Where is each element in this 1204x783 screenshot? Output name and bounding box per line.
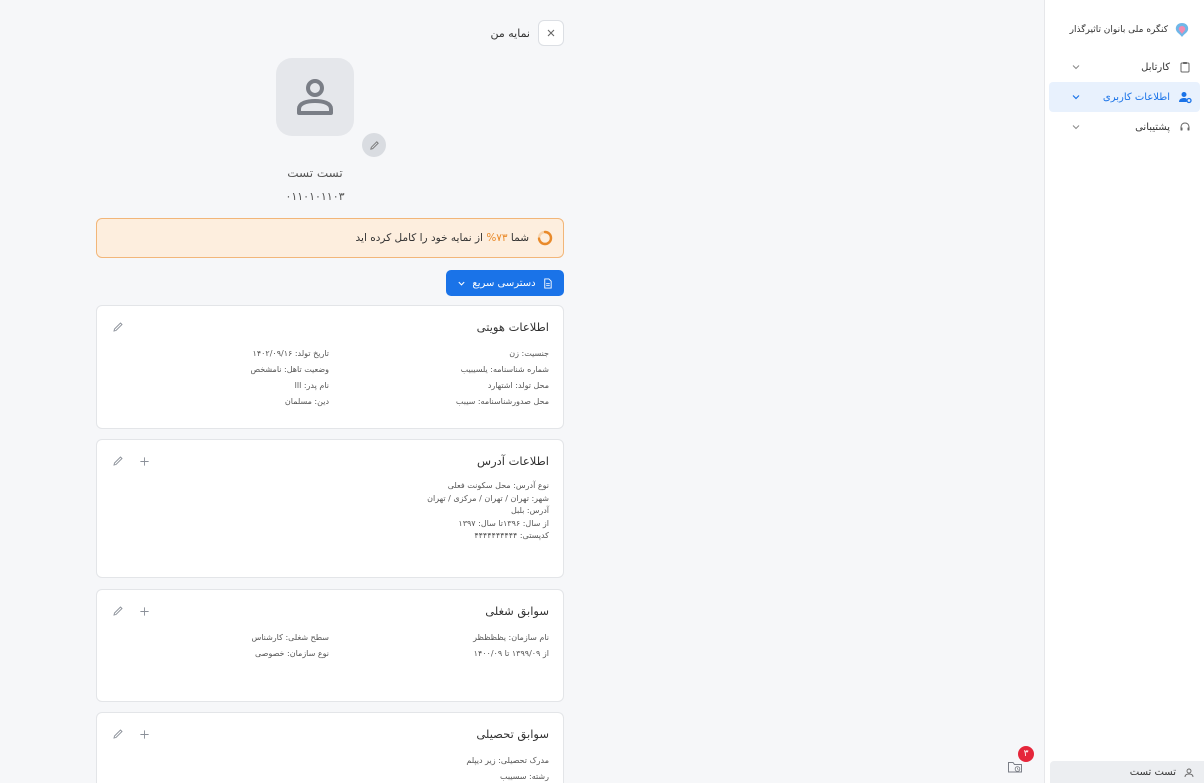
chevron-down-icon [1071, 62, 1081, 72]
field: نام پدر: ااا [294, 381, 329, 390]
identity-card: اطلاعات هویتی جنسیت: زن شماره شناسنامه: … [96, 305, 564, 429]
card-actions [111, 320, 125, 334]
user-settings-icon [1178, 90, 1192, 104]
education-fields: مدرک تحصیلی: زیر دیپلم رشته: سسیبب [317, 753, 549, 783]
sidebar-item-label: پشتیبانی [1135, 121, 1170, 133]
field: محل تولد: اشتهارد [487, 381, 549, 390]
clipboard-icon [1178, 60, 1192, 74]
plus-icon [139, 606, 149, 616]
page-title: نمایه من [490, 26, 531, 40]
field: شماره شناسنامه: یلسیبیب [460, 365, 549, 374]
completion-percent: ۷۳% [486, 232, 508, 244]
field: از ۱۳۹۹/۰۹ تا ۱۴۰۰/۰۹ [473, 649, 549, 658]
field: نوع سازمان: خصوصی [255, 649, 329, 658]
card-title: اطلاعات هویتی [476, 320, 549, 334]
field: محل صدورشناسنامه: سیبب [455, 397, 549, 406]
progress-ring-icon [537, 230, 553, 246]
edit-jobs-button[interactable] [111, 604, 125, 618]
pencil-icon [113, 729, 123, 739]
sidebar-item-label: اطلاعات کاربری [1102, 91, 1170, 103]
user-icon [1184, 763, 1194, 782]
field: سطح شغلی: کارشناس [251, 633, 329, 642]
jobs-card: سوابق شغلی نام سازمان: یظظظظر از ۱۳۹۹/۰۹… [96, 589, 564, 702]
brand-logo-icon [1175, 23, 1189, 37]
app-root: کنگره ملی بانوان تاثیرگذار کارتابل اطلاع… [0, 0, 1204, 783]
address-card: اطلاعات آدرس نوع آدرس: محل سکونت فعلی شه… [96, 439, 564, 578]
field: تاریخ تولد: ۱۴۰۲/۰۹/۱۶ [252, 349, 329, 358]
field: وضعیت تاهل: نامشخص [250, 365, 329, 374]
chevron-down-icon [1071, 122, 1081, 132]
person-icon [297, 79, 333, 115]
profile-id: ۰۱۱۰۱۰۱۱۰۳ [285, 190, 345, 203]
identity-fields-col2: تاریخ تولد: ۱۴۰۲/۰۹/۱۶ وضعیت تاهل: نامشخ… [149, 346, 329, 410]
brand: کنگره ملی بانوان تاثیرگذار [1070, 22, 1190, 38]
field: دین: مسلمان [284, 397, 329, 406]
document-icon [543, 277, 552, 289]
field: شهر: تهران / تهران / مرکزی / تهران [427, 493, 549, 503]
headset-icon [1178, 120, 1192, 134]
edit-education-button[interactable] [111, 727, 125, 741]
folder-clock-icon [1008, 762, 1022, 773]
avatar [276, 58, 354, 136]
pencil-icon [113, 606, 123, 616]
pencil-icon [113, 322, 123, 332]
jobs-fields-col1: نام سازمان: یظظظظر از ۱۳۹۹/۰۹ تا ۱۴۰۰/۰۹ [317, 630, 549, 662]
chevron-down-icon [1071, 92, 1081, 102]
pencil-icon [113, 456, 123, 466]
sidebar-menu: کارتابل اطلاعات کاربری پشتیبانی [1049, 52, 1200, 142]
close-button[interactable] [538, 20, 564, 46]
plus-icon [139, 729, 149, 739]
address-fields: نوع آدرس: محل سکونت فعلی شهر: تهران / ته… [317, 480, 549, 543]
sidebar-item-label: کارتابل [1141, 61, 1170, 73]
field: کدپستی: ۴۴۴۴۴۴۴۴۴۴ [474, 531, 549, 540]
completion-prefix: شما [510, 232, 529, 244]
sidebar: کنگره ملی بانوان تاثیرگذار کارتابل اطلاع… [1044, 0, 1204, 783]
field: از سال: ۱۳۹۶تا سال: ۱۳۹۷ [458, 518, 549, 528]
sidebar-item-support[interactable]: پشتیبانی [1049, 112, 1200, 142]
add-job-button[interactable] [137, 604, 151, 618]
close-icon [547, 29, 555, 37]
user-name: تست تست [1129, 766, 1176, 778]
field: آدرس: بلبل [511, 506, 549, 515]
notification-count-badge: ۳ [1018, 746, 1034, 762]
add-address-button[interactable] [137, 454, 151, 468]
sidebar-item-user-info[interactable]: اطلاعات کاربری [1049, 82, 1200, 112]
field: نام سازمان: یظظظظر [473, 633, 549, 642]
brand-title: کنگره ملی بانوان تاثیرگذار [1069, 25, 1168, 35]
sidebar-item-cartable[interactable]: کارتابل [1049, 52, 1200, 82]
add-education-button[interactable] [137, 727, 151, 741]
identity-fields-col1: جنسیت: زن شماره شناسنامه: یلسیبیب محل تو… [317, 346, 549, 410]
jobs-fields-col2: سطح شغلی: کارشناس نوع سازمان: خصوصی [149, 630, 329, 662]
education-card: سوابق تحصیلی مدرک تحصیلی: زیر دیپلم رشته… [96, 712, 564, 783]
quick-access-label: دسترسی سریع [472, 277, 536, 289]
edit-address-button[interactable] [111, 454, 125, 468]
quick-access-button[interactable]: دسترسی سریع [446, 270, 564, 296]
field: جنسیت: زن [509, 349, 549, 358]
completion-text: شما ۷۳% از نمایه خود را کامل کرده اید [356, 232, 529, 244]
plus-icon [139, 456, 149, 466]
card-actions [111, 604, 151, 618]
profile-completion-banner: شما ۷۳% از نمایه خود را کامل کرده اید [96, 218, 564, 258]
completion-suffix: از نمایه خود را کامل کرده اید [355, 232, 483, 244]
pencil-icon [369, 140, 379, 150]
card-actions [111, 454, 151, 468]
user-footer[interactable]: تست تست [1050, 761, 1204, 783]
chevron-down-icon [458, 281, 465, 286]
card-title: سوابق تحصیلی [476, 727, 549, 741]
field: رشته: سسیبب [499, 772, 549, 781]
page-header: نمایه من [96, 20, 564, 46]
field: نوع آدرس: محل سکونت فعلی [447, 481, 549, 490]
card-actions [111, 727, 151, 741]
field: مدرک تحصیلی: زیر دیپلم [466, 756, 549, 765]
card-title: اطلاعات آدرس [477, 454, 549, 468]
profile-name: تست تست [287, 166, 343, 180]
edit-identity-button[interactable] [111, 320, 125, 334]
edit-avatar-button[interactable] [362, 133, 386, 157]
card-title: سوابق شغلی [485, 604, 549, 618]
